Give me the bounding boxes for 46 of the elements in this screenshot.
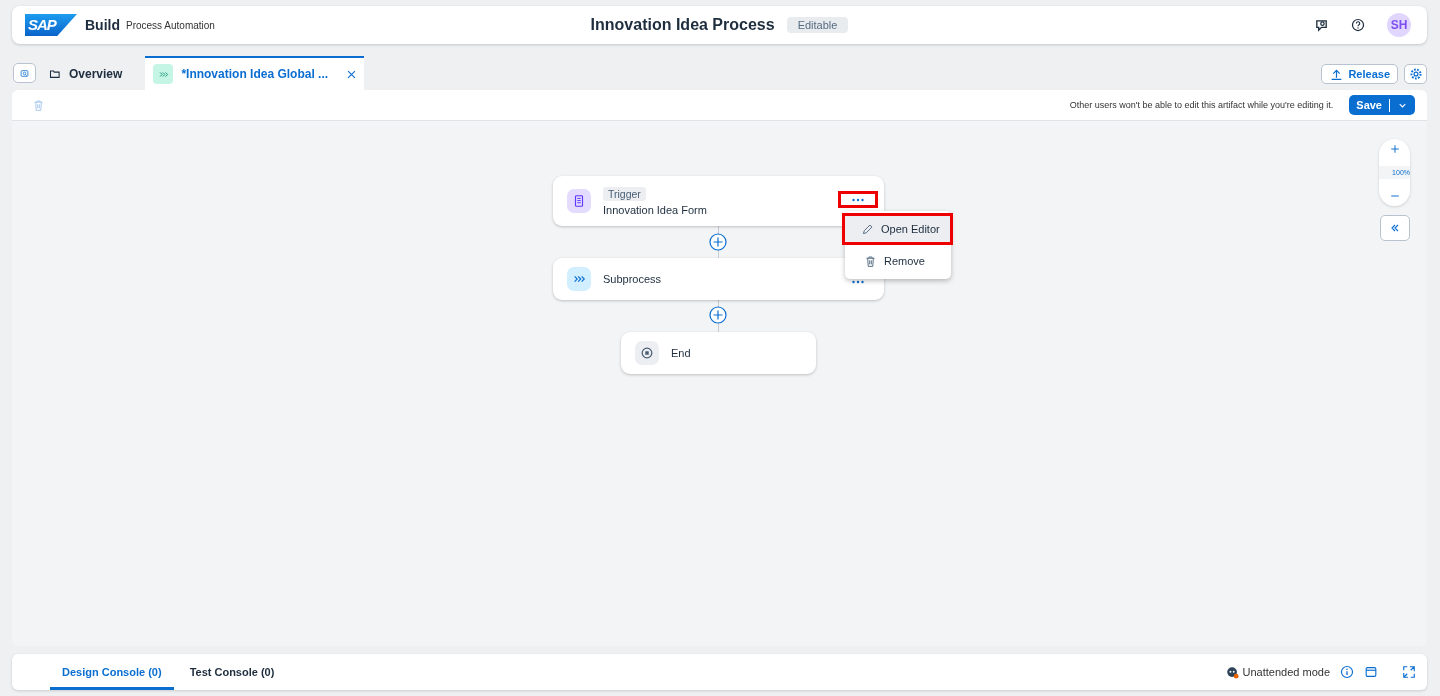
node-label: Subprocess (603, 273, 662, 285)
delete-icon (864, 254, 877, 268)
trigger-node[interactable]: Trigger Innovation Idea Form (553, 176, 884, 226)
console-tab[interactable]: Design Console (0) (50, 657, 174, 690)
pencil-icon (861, 222, 874, 236)
status-badge: Editable (786, 17, 849, 33)
tab-label: *Innovation Idea Global ... (181, 67, 329, 81)
subprocess-node[interactable]: Subprocess (553, 258, 884, 300)
zoom-in-icon[interactable] (1388, 143, 1401, 155)
folder-icon (49, 68, 61, 80)
settings-button[interactable] (1404, 64, 1427, 84)
editor-tab[interactable]: Overview (36, 56, 146, 90)
module-name: Process Automation (126, 19, 215, 31)
double-chevron-icon (1389, 222, 1401, 234)
fullscreen-icon[interactable] (1402, 665, 1416, 679)
logo: SAP (25, 14, 77, 36)
editor-tab[interactable]: *Innovation Idea Global ... (145, 56, 365, 90)
search-objects-button[interactable] (13, 63, 36, 83)
node-type-tag: Trigger (603, 186, 646, 201)
process-title: Innovation Idea Process (590, 16, 775, 34)
tab-label: Overview (69, 67, 123, 81)
settings-icon (1408, 67, 1423, 81)
save-button[interactable]: Save (1349, 95, 1415, 115)
info-icon[interactable] (1340, 665, 1354, 679)
help-icon[interactable] (1351, 18, 1365, 32)
robot-icon (1225, 665, 1239, 679)
more-button[interactable] (838, 191, 878, 208)
close-icon[interactable] (346, 68, 358, 80)
stop-badge-icon (635, 341, 659, 365)
node-label: Innovation Idea Form (603, 203, 707, 216)
upload-icon (1330, 67, 1344, 81)
product-name: Build (85, 17, 120, 33)
console-tab[interactable]: Test Console (0) (177, 657, 287, 690)
mode-label: Unattended mode (1242, 666, 1330, 678)
menu-item[interactable]: Open Editor (842, 213, 953, 245)
chevrons-badge-icon (567, 267, 591, 291)
add-step-icon[interactable] (709, 306, 727, 324)
feedback-icon[interactable] (1314, 17, 1329, 33)
release-button[interactable]: Release (1321, 64, 1398, 84)
editing-notice: Other users won't be able to edit this artifact while you're editing it. (1069, 100, 1334, 110)
node-label: End (671, 347, 691, 359)
user-avatar[interactable]: SH (1387, 13, 1411, 37)
end-node[interactable]: End (621, 332, 816, 374)
form-badge-icon (567, 189, 591, 213)
panel-icon[interactable] (1364, 665, 1378, 679)
add-step-icon[interactable] (709, 233, 727, 251)
